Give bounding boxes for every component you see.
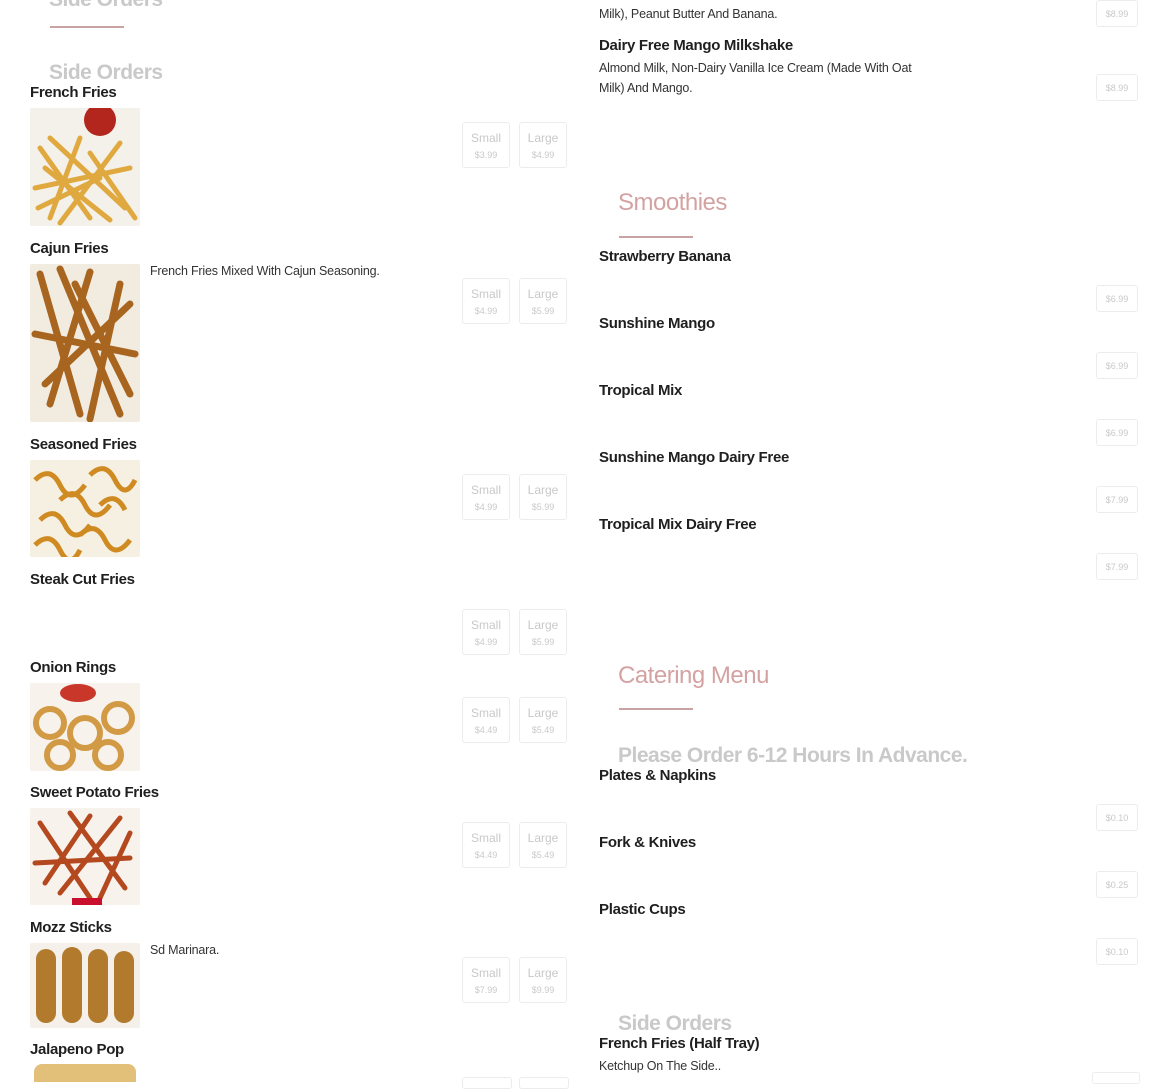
item-name[interactable]: Mozz Sticks xyxy=(30,919,112,936)
large-size-option[interactable]: Large $9.99 xyxy=(519,957,567,1003)
faded-section-heading: Side Orders xyxy=(49,0,163,12)
small-size-option[interactable]: Small $4.99 xyxy=(462,609,510,655)
section-divider xyxy=(619,708,693,710)
item-description: Ketchup On The Side.. xyxy=(599,1059,722,1073)
item-name[interactable]: Cajun Fries xyxy=(30,240,109,257)
item-name[interactable]: Sunshine Mango Dairy Free xyxy=(599,449,789,466)
price-button[interactable]: $8.99 xyxy=(1096,74,1138,101)
item-name[interactable]: Seasoned Fries xyxy=(30,436,137,453)
section-divider xyxy=(50,26,124,28)
item-name[interactable]: Onion Rings xyxy=(30,659,116,676)
item-name[interactable]: Steak Cut Fries xyxy=(30,571,135,588)
jalapeno-pop-photo xyxy=(34,1064,136,1082)
item-name[interactable]: Dairy Free Mango Milkshake xyxy=(599,37,793,54)
small-size-option[interactable]: Small $4.99 xyxy=(462,474,510,520)
price-button[interactable]: $7.99 xyxy=(1096,553,1138,580)
item-description: Milk), Peanut Butter And Banana. xyxy=(599,7,778,21)
small-size-option[interactable]: Small $4.49 xyxy=(462,697,510,743)
large-size-option[interactable]: Large $5.99 xyxy=(519,474,567,520)
item-name[interactable]: French Fries xyxy=(30,84,117,101)
section-title-catering: Catering Menu xyxy=(618,662,769,689)
price-button[interactable]: $6.99 xyxy=(1096,419,1138,446)
price-button[interactable]: $7.99 xyxy=(1096,486,1138,513)
price-button[interactable]: $8.99 xyxy=(1096,0,1138,27)
price-button[interactable]: $6.99 xyxy=(1096,352,1138,379)
price-button[interactable]: $6.99 xyxy=(1096,285,1138,312)
catering-notice: Please Order 6-12 Hours In Advance. xyxy=(618,744,968,767)
large-size-option[interactable]: Large $5.99 xyxy=(519,278,567,324)
cajun-fries-photo xyxy=(30,264,140,422)
sweet-potato-fries-photo xyxy=(30,808,140,905)
item-name[interactable]: Plates & Napkins xyxy=(599,767,716,784)
price-button[interactable]: $0.10 xyxy=(1096,938,1138,965)
item-name[interactable]: Jalapeno Pop xyxy=(30,1041,124,1058)
seasoned-fries-photo xyxy=(30,460,140,557)
section-divider xyxy=(619,236,693,238)
small-size-option[interactable]: Small $3.99 xyxy=(462,122,510,168)
onion-rings-photo xyxy=(30,683,140,771)
small-size-option[interactable]: Small $4.49 xyxy=(462,822,510,868)
large-size-option[interactable]: Large $4.99 xyxy=(519,122,567,168)
french-fries-photo xyxy=(30,108,140,226)
item-name[interactable]: French Fries (Half Tray) xyxy=(599,1035,760,1052)
section-title-side-orders: Side Orders xyxy=(49,61,163,84)
item-name[interactable]: Tropical Mix xyxy=(599,382,682,399)
large-size-option[interactable] xyxy=(519,1077,569,1089)
item-name[interactable]: Plastic Cups xyxy=(599,901,686,918)
small-size-option[interactable]: Small $7.99 xyxy=(462,957,510,1003)
item-description: French Fries Mixed With Cajun Seasoning. xyxy=(150,264,380,278)
small-size-option[interactable] xyxy=(462,1077,512,1089)
price-button[interactable]: $0.25 xyxy=(1096,871,1138,898)
item-name[interactable]: Fork & Knives xyxy=(599,834,696,851)
large-size-option[interactable]: Large $5.49 xyxy=(519,697,567,743)
item-name[interactable]: Sunshine Mango xyxy=(599,315,715,332)
item-name[interactable]: Sweet Potato Fries xyxy=(30,784,159,801)
section-title-side-orders-right: Side Orders xyxy=(618,1012,732,1035)
small-size-option[interactable]: Small $4.99 xyxy=(462,278,510,324)
large-size-option[interactable]: Large $5.99 xyxy=(519,609,567,655)
price-button[interactable] xyxy=(1092,1072,1140,1084)
large-size-option[interactable]: Large $5.49 xyxy=(519,822,567,868)
section-title-smoothies: Smoothies xyxy=(618,189,727,216)
mozz-sticks-photo xyxy=(30,943,140,1028)
item-description: Almond Milk, Non-Dairy Vanilla Ice Cream… xyxy=(599,61,912,95)
item-description: Sd Marinara. xyxy=(150,943,220,957)
item-name[interactable]: Strawberry Banana xyxy=(599,248,731,265)
price-button[interactable]: $0.10 xyxy=(1096,804,1138,831)
item-name[interactable]: Tropical Mix Dairy Free xyxy=(599,516,757,533)
